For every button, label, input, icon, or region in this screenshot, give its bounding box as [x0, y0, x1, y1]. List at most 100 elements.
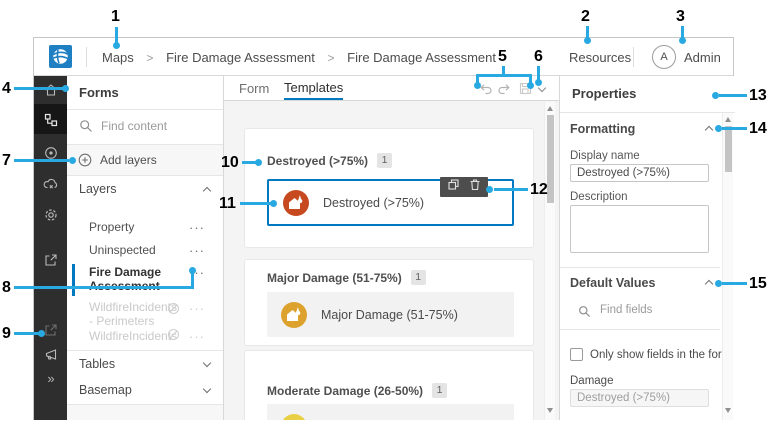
tab-form[interactable]: Form [239, 76, 269, 100]
scroll-up-arrow[interactable] [725, 117, 731, 122]
callout-14: 14 [749, 120, 767, 137]
callout-3-dot [679, 37, 686, 44]
callout-10-dot [255, 159, 262, 166]
scrollbar-thumb[interactable] [547, 115, 554, 203]
layer-row-disabled[interactable]: WildfireIncidents - Perimeters ··· [67, 298, 223, 328]
launch-icon[interactable] [42, 321, 59, 338]
header-divider [86, 47, 87, 67]
basemap-section-header[interactable]: Basemap [67, 377, 223, 403]
callout-11-dot [270, 200, 277, 207]
forms-panel: Forms Add layers Layers [67, 76, 224, 420]
builder-scrollbar[interactable] [544, 102, 555, 420]
overflow-menu-icon[interactable]: ··· [189, 302, 205, 315]
template-group-title: Destroyed (>75%) 1 [267, 153, 393, 168]
settings-icon[interactable] [42, 206, 59, 223]
callout-7-line [14, 159, 69, 162]
expand-icon[interactable]: » [42, 370, 59, 387]
avatar[interactable]: A [652, 45, 676, 69]
breadcrumb-maps[interactable]: Maps [102, 50, 134, 65]
callout-1-dot [113, 42, 120, 49]
divider [67, 175, 223, 176]
undo-icon[interactable] [479, 82, 493, 100]
only-show-fields-checkbox[interactable] [570, 348, 583, 361]
tables-section-header[interactable]: Tables [67, 351, 223, 377]
callout-14-line [722, 127, 747, 130]
default-values-section-header[interactable]: Default Values [570, 276, 655, 290]
callout-7: 7 [2, 152, 11, 169]
feedback-icon[interactable] [42, 346, 59, 363]
card-actions-toolbar [440, 177, 488, 197]
collapse-default-values-icon[interactable] [704, 279, 714, 289]
damage-field-input[interactable] [570, 389, 709, 407]
scrollbar-thumb[interactable] [725, 126, 732, 172]
resources-link[interactable]: Resources [569, 50, 631, 65]
properties-panel: Properties Formatting Display name Descr… [559, 76, 735, 420]
tab-templates[interactable]: Templates [284, 76, 344, 100]
selected-indicator [72, 264, 75, 296]
overflow-menu-icon[interactable]: ··· [189, 221, 205, 234]
group-title-text: Destroyed (>75%) [267, 153, 369, 168]
find-fields-input[interactable] [598, 303, 693, 317]
destroyed-symbol-icon [283, 189, 309, 216]
prohibited-icon [167, 302, 180, 320]
callout-1-line [115, 27, 118, 43]
group-title-text: Moderate Damage (26-50%) [267, 383, 424, 398]
find-content-input[interactable] [99, 118, 199, 134]
callout-3: 3 [676, 8, 685, 25]
scroll-up-arrow[interactable] [547, 106, 553, 111]
overflow-menu-icon[interactable]: ··· [189, 330, 205, 343]
breadcrumb-map-name[interactable]: Fire Damage Assessment [166, 50, 315, 65]
search-icon [578, 305, 591, 323]
callout-12-dot [486, 186, 493, 193]
callout-9-dot [38, 330, 45, 337]
template-card-moderate[interactable]: Moderate Damage (26-50%) [267, 404, 514, 420]
layer-row-disabled[interactable]: WildfireIncidents ··· [67, 326, 223, 348]
layer-name: Property [89, 220, 135, 234]
callout-11: 11 [219, 195, 236, 212]
count-badge: 1 [410, 270, 426, 285]
callout-5-dot [527, 82, 534, 89]
user-menu[interactable]: Admin [684, 50, 721, 65]
scroll-down-arrow[interactable] [547, 408, 553, 413]
forms-panel-title: Forms [79, 85, 119, 100]
layers-section-header[interactable]: Layers [79, 182, 117, 196]
delete-icon[interactable] [469, 178, 481, 196]
callout-15: 15 [749, 275, 767, 292]
offline-icon[interactable] [42, 175, 59, 192]
nav-sidebar: » [34, 76, 67, 420]
collapse-layers-icon[interactable] [202, 186, 212, 196]
callout-8-line [14, 286, 194, 289]
app-window: Maps > Fire Damage Assessment > Fire Dam… [33, 37, 735, 420]
redo-icon[interactable] [497, 82, 511, 100]
callout-5: 5 [498, 48, 507, 65]
callout-9-line [14, 332, 39, 335]
overflow-menu-icon[interactable]: ··· [189, 244, 205, 257]
chevron-down-icon [202, 358, 212, 368]
template-card-major[interactable]: Major Damage (51-75%) [267, 292, 514, 337]
properties-scrollbar[interactable] [722, 113, 733, 420]
esri-logo-icon[interactable] [49, 45, 72, 73]
display-name-input[interactable] [570, 164, 709, 182]
layer-row[interactable]: Property ··· [67, 216, 223, 239]
only-show-fields-label: Only show fields in the form [590, 349, 732, 361]
callout-15-line [722, 282, 747, 285]
add-layers-button[interactable]: Add layers [67, 145, 223, 175]
collapse-formatting-icon[interactable] [704, 125, 714, 135]
layer-row[interactable]: Uninspected ··· [67, 239, 223, 262]
layer-row-selected[interactable]: Fire Damage Assessment ··· [67, 262, 223, 298]
duplicate-icon[interactable] [447, 178, 460, 196]
description-textarea[interactable] [570, 205, 709, 253]
layer-name: Uninspected [89, 243, 156, 257]
callout-5-dot [474, 82, 481, 89]
share-icon[interactable] [42, 251, 59, 268]
scroll-down-arrow[interactable] [725, 408, 731, 413]
callout-7-dot [69, 157, 76, 164]
callout-13: 13 [749, 87, 767, 104]
chevron-down-icon [202, 384, 212, 394]
formatting-section-header[interactable]: Formatting [570, 122, 635, 136]
add-layers-label: Add layers [100, 153, 157, 167]
callout-8-line [191, 272, 194, 288]
callout-6-line [537, 66, 540, 80]
forms-icon[interactable] [42, 111, 59, 128]
callout-8: 8 [2, 279, 11, 296]
